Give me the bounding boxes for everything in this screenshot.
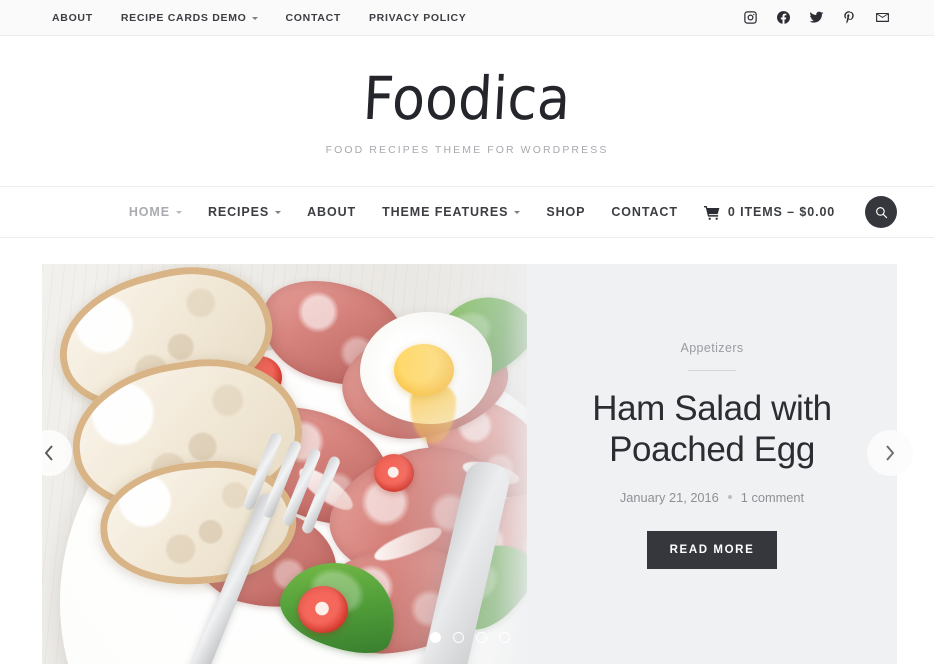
nav-label: ABOUT xyxy=(307,205,357,219)
chevron-down-icon xyxy=(514,211,521,214)
slider-prev-button[interactable] xyxy=(26,430,72,476)
slide-meta: January 21, 2016 1 comment xyxy=(620,490,804,505)
slide-image xyxy=(42,264,527,664)
instagram-icon[interactable] xyxy=(743,10,758,25)
slider-dot-3[interactable] xyxy=(475,632,487,643)
chevron-right-icon xyxy=(886,445,895,461)
slider-dot-2[interactable] xyxy=(452,632,464,643)
site-tagline: FOOD RECIPES THEME FOR WORDPRESS xyxy=(325,144,609,156)
topnav-label: ABOUT xyxy=(52,11,93,24)
slide-date: January 21, 2016 xyxy=(619,489,719,505)
meta-separator-dot xyxy=(727,495,732,500)
slider-pagination xyxy=(42,632,897,643)
topnav-label: PRIVACY POLICY xyxy=(368,11,467,24)
slide-comment-count[interactable]: 1 comment xyxy=(741,490,804,505)
slide-category[interactable]: Appetizers xyxy=(680,341,743,355)
facebook-icon[interactable] xyxy=(776,10,791,25)
pinterest-icon[interactable] xyxy=(842,10,857,25)
nav-item-shop[interactable]: SHOP xyxy=(546,205,585,219)
nav-label: THEME FEATURES xyxy=(382,205,509,219)
top-bar: ABOUT RECIPE CARDS DEMO CONTACT PRIVACY … xyxy=(0,0,934,36)
search-icon xyxy=(875,206,887,218)
cart-link[interactable]: 0 ITEMS – $0.00 xyxy=(703,205,836,220)
chevron-down-icon xyxy=(175,211,182,214)
photo-edge-fade xyxy=(42,264,527,664)
slider-dot-1[interactable] xyxy=(429,632,441,643)
nav-item-theme-features[interactable]: THEME FEATURES xyxy=(382,205,521,219)
chevron-down-icon xyxy=(251,16,258,20)
nav-item-recipes[interactable]: RECIPES xyxy=(207,205,282,219)
read-more-button[interactable]: READ MORE xyxy=(646,530,778,569)
top-navigation: ABOUT RECIPE CARDS DEMO CONTACT PRIVACY … xyxy=(52,12,466,24)
topnav-label: RECIPE CARDS DEMO xyxy=(120,11,247,24)
topnav-item-recipe-cards-demo[interactable]: RECIPE CARDS DEMO xyxy=(121,12,258,24)
hero-slider-stage: Appetizers Ham Salad with Poached Egg Ja… xyxy=(0,238,934,664)
chevron-left-icon xyxy=(44,445,53,461)
slide-title[interactable]: Ham Salad with Poached Egg xyxy=(562,389,862,471)
twitter-icon[interactable] xyxy=(809,10,824,25)
nav-label: CONTACT xyxy=(611,205,678,219)
slide-content: Appetizers Ham Salad with Poached Egg Ja… xyxy=(527,264,897,664)
category-divider xyxy=(688,370,736,372)
topnav-item-privacy-policy[interactable]: PRIVACY POLICY xyxy=(369,12,467,24)
slider-dot-4[interactable] xyxy=(498,632,510,643)
slider-next-button[interactable] xyxy=(867,430,913,476)
brand-header: Foodica FOOD RECIPES THEME FOR WORDPRESS xyxy=(0,36,934,186)
hero-slider: Appetizers Ham Salad with Poached Egg Ja… xyxy=(42,264,897,664)
shopping-cart-icon xyxy=(703,205,720,220)
site-logo[interactable]: Foodica xyxy=(362,64,573,133)
nav-item-about[interactable]: ABOUT xyxy=(307,205,356,219)
email-icon[interactable] xyxy=(875,10,890,25)
topnav-item-contact[interactable]: CONTACT xyxy=(286,12,341,24)
nav-label: HOME xyxy=(128,205,170,219)
nav-item-home[interactable]: HOME xyxy=(129,205,182,219)
main-navigation: HOME RECIPES ABOUT THEME FEATURES SHOP C… xyxy=(99,205,835,220)
cart-total-label: 0 ITEMS – $0.00 xyxy=(727,205,836,219)
nav-label: RECIPES xyxy=(207,205,270,219)
social-links xyxy=(743,10,890,25)
main-navigation-bar: HOME RECIPES ABOUT THEME FEATURES SHOP C… xyxy=(0,186,934,238)
topnav-label: CONTACT xyxy=(285,11,341,24)
search-button[interactable] xyxy=(865,196,897,228)
chevron-down-icon xyxy=(275,211,282,214)
nav-item-contact[interactable]: CONTACT xyxy=(611,205,677,219)
nav-label: SHOP xyxy=(546,205,586,219)
topnav-item-about[interactable]: ABOUT xyxy=(52,12,93,24)
